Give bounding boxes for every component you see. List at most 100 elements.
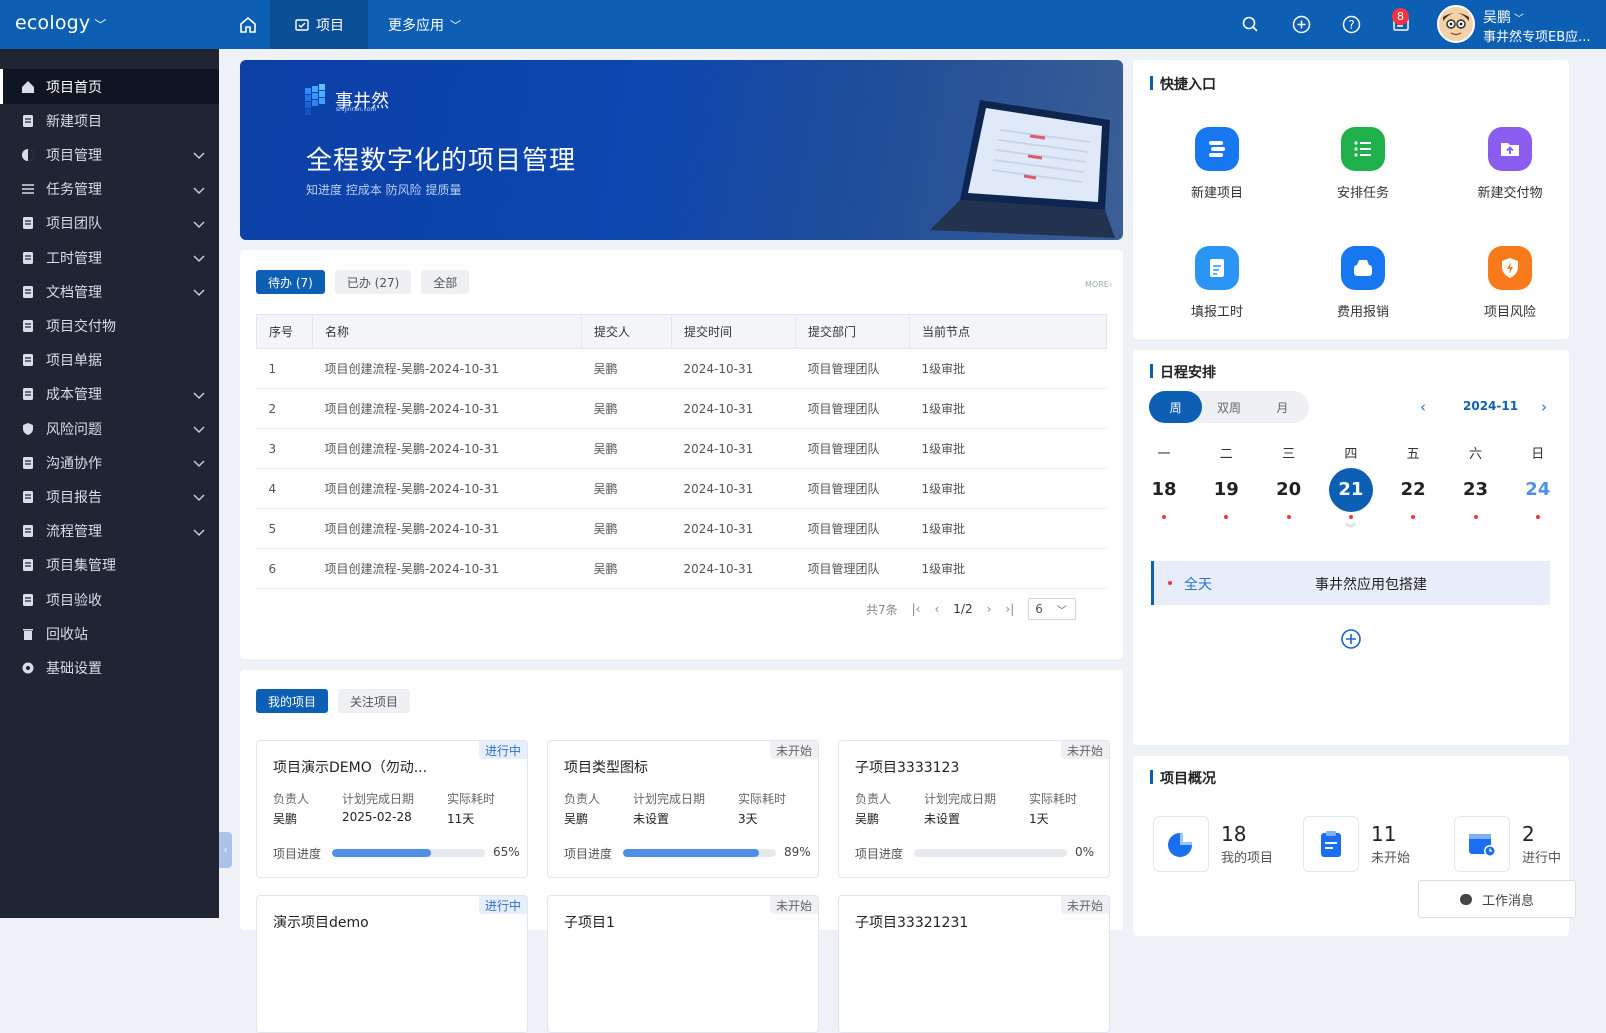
tab-all[interactable]: 全部 [421,270,470,294]
sidebar-item[interactable]: 项目管理 [0,137,219,172]
calendar-day[interactable]: 22 [1391,468,1435,512]
sidebar-item[interactable]: 流程管理 [0,514,219,549]
sidebar-item-label: 项目验收 [46,592,102,609]
last-page-icon[interactable]: ›| [1005,602,1014,616]
col-submitter: 提交人 [581,314,672,349]
sidebar-item[interactable]: 沟通协作 [0,445,219,480]
table-cell[interactable]: 项目创建流程-吴鹏-2024-10-31 [312,348,582,389]
sidebar-item[interactable]: 项目团队 [0,206,219,241]
help-icon[interactable]: ? [1340,13,1362,35]
sidebar-item[interactable]: 项目交付物 [0,308,219,343]
sidebar-item[interactable]: 任务管理 [0,172,219,207]
sidebar-item[interactable]: 工时管理 [0,240,219,275]
project-card[interactable]: 未开始 子项目1 [547,895,819,1033]
tab-done[interactable]: 已办 (27) [334,270,412,294]
sidebar-item[interactable]: 文档管理 [0,274,219,309]
table-cell[interactable]: 项目创建流程-吴鹏-2024-10-31 [312,508,582,549]
next-week-icon[interactable]: › [1541,398,1547,416]
table-cell: 1级审批 [909,548,1107,589]
quick-entry-item[interactable]: 填报工时 [1172,246,1262,320]
sidebar-item-label: 回收站 [46,626,88,643]
project-card[interactable]: 进行中 项目演示DEMO（勿动... 负责人 计划完成日期 实际耗时 吴鹏 2025-02-… [256,740,528,878]
table-row[interactable]: 1 项目创建流程-吴鹏-2024-10-31 吴鹏 2024-10-31 项目管理团队 1… [256,348,1107,389]
quick-entry-label: 新建交付物 [1477,186,1543,201]
tab-todo[interactable]: 待办 (7) [256,270,325,294]
docs-icon [21,285,35,299]
table-row[interactable]: 2 项目创建流程-吴鹏-2024-10-31 吴鹏 2024-10-31 项目管理团队 1… [256,388,1107,429]
new-project-icon [1195,127,1239,171]
nav-more-apps[interactable]: 更多应用 ﹀ [388,0,461,49]
tab-followed-projects[interactable]: 关注项目 [338,689,411,713]
schedule-title: 日程安排 [1150,362,1216,382]
table-row[interactable]: 3 项目创建流程-吴鹏-2024-10-31 吴鹏 2024-10-31 项目管理团队 1… [256,428,1107,469]
avatar[interactable] [1437,5,1475,43]
col-department: 提交部门 [795,314,910,349]
sidebar-item[interactable]: 风险问题 [0,411,219,446]
more-link[interactable]: MORE› [1085,280,1112,289]
expand-down-icon[interactable]: ︾ [1345,520,1356,536]
event-indicator-dot [1162,515,1166,519]
user-name[interactable]: 吴鹏 ﹀ [1483,7,1524,27]
sidebar-item[interactable]: 成本管理 [0,377,219,412]
table-cell: 2024-10-31 [671,468,796,509]
view-two-weeks[interactable]: 双周 [1202,391,1255,423]
nav-tab-project[interactable]: 项目 [270,0,368,49]
sidebar-item[interactable]: 项目集管理 [0,548,219,583]
sidebar-item[interactable]: 基础设置 [0,650,219,685]
project-card[interactable]: 未开始 项目类型图标 负责人 计划完成日期 实际耗时 吴鹏 未设置 3天 项目进度 89% [547,740,819,878]
table-row[interactable]: 6 项目创建流程-吴鹏-2024-10-31 吴鹏 2024-10-31 项目管理团队 1… [256,548,1107,589]
table-cell[interactable]: 项目创建流程-吴鹏-2024-10-31 [312,468,582,509]
sidebar-item[interactable]: 回收站 [0,616,219,651]
sidebar-item-label: 新建项目 [46,113,102,130]
tab-my-projects[interactable]: 我的项目 [256,689,329,713]
sidebar-item[interactable]: 项目报告 [0,479,219,514]
project-card[interactable]: 未开始 子项目33321231 [838,895,1110,1033]
home-icon[interactable] [226,0,270,49]
progress-label: 项目进度 [855,847,904,861]
prev-page-icon[interactable]: ‹ [934,602,939,616]
calendar-day[interactable]: 21 [1328,468,1373,512]
sidebar-item[interactable]: 项目单据 [0,343,219,378]
calendar-day[interactable]: 24 [1516,468,1560,512]
brand-switcher[interactable]: ecology ﹀ [15,12,107,34]
overview-label: 未开始 [1371,851,1411,866]
table-cell[interactable]: 项目创建流程-吴鹏-2024-10-31 [312,548,582,589]
sidebar-item[interactable]: 项目首页 [0,69,219,104]
calendar-day[interactable]: 18 [1142,468,1186,512]
chevron-down-icon: ﹀ [450,18,461,32]
project-card[interactable]: 未开始 子项目3333123 负责人 计划完成日期 实际耗时 吴鹏 未设置 1天 项目进度 0% [838,740,1110,878]
schedule-event[interactable]: 全天 事井然应用包搭建 [1151,561,1550,605]
sidebar-item[interactable]: 项目验收 [0,582,219,617]
calendar-day[interactable]: 20 [1267,468,1311,512]
quick-entry-item[interactable]: 费用报销 [1318,246,1408,320]
work-message-button[interactable]: 工作消息 [1418,880,1576,918]
view-month[interactable]: 月 [1256,391,1309,423]
quick-entry-item[interactable]: 项目风险 [1465,246,1555,320]
table-cell: 5 [256,508,313,549]
calendar-day[interactable]: 19 [1204,468,1248,512]
prev-week-icon[interactable]: ‹ [1420,398,1426,416]
table-cell: 1级审批 [909,388,1107,429]
circle-half-icon [21,148,35,162]
view-week[interactable]: 周 [1149,391,1203,423]
calendar-day[interactable]: 23 [1454,468,1498,512]
project-card[interactable]: 进行中 演示项目demo [256,895,528,1033]
first-page-icon[interactable]: |‹ [912,602,921,616]
table-row[interactable]: 5 项目创建流程-吴鹏-2024-10-31 吴鹏 2024-10-31 项目管理团队 1… [256,508,1107,549]
quick-entry-item[interactable]: 新建项目 [1172,127,1262,201]
page-size-select[interactable]: 6 ﹀ [1028,598,1077,620]
table-cell[interactable]: 项目创建流程-吴鹏-2024-10-31 [312,428,582,469]
sidebar-item[interactable]: 新建项目 [0,103,219,138]
add-circle-icon[interactable] [1290,13,1312,35]
project-name: 子项目33321231 [855,915,969,931]
add-event-icon[interactable] [1340,628,1362,654]
quick-entry-item[interactable]: 新建交付物 [1465,127,1555,201]
sidebar-collapse-handle[interactable]: ‹ [219,832,232,868]
table-cell[interactable]: 项目创建流程-吴鹏-2024-10-31 [312,388,582,429]
search-icon[interactable] [1239,13,1261,35]
next-page-icon[interactable]: › [987,602,992,616]
quick-entry-item[interactable]: 安排任务 [1318,127,1408,201]
table-row[interactable]: 4 项目创建流程-吴鹏-2024-10-31 吴鹏 2024-10-31 项目管理团队 1… [256,468,1107,509]
quick-entry-label: 填报工时 [1190,305,1243,320]
progress-label: 项目进度 [273,847,322,861]
